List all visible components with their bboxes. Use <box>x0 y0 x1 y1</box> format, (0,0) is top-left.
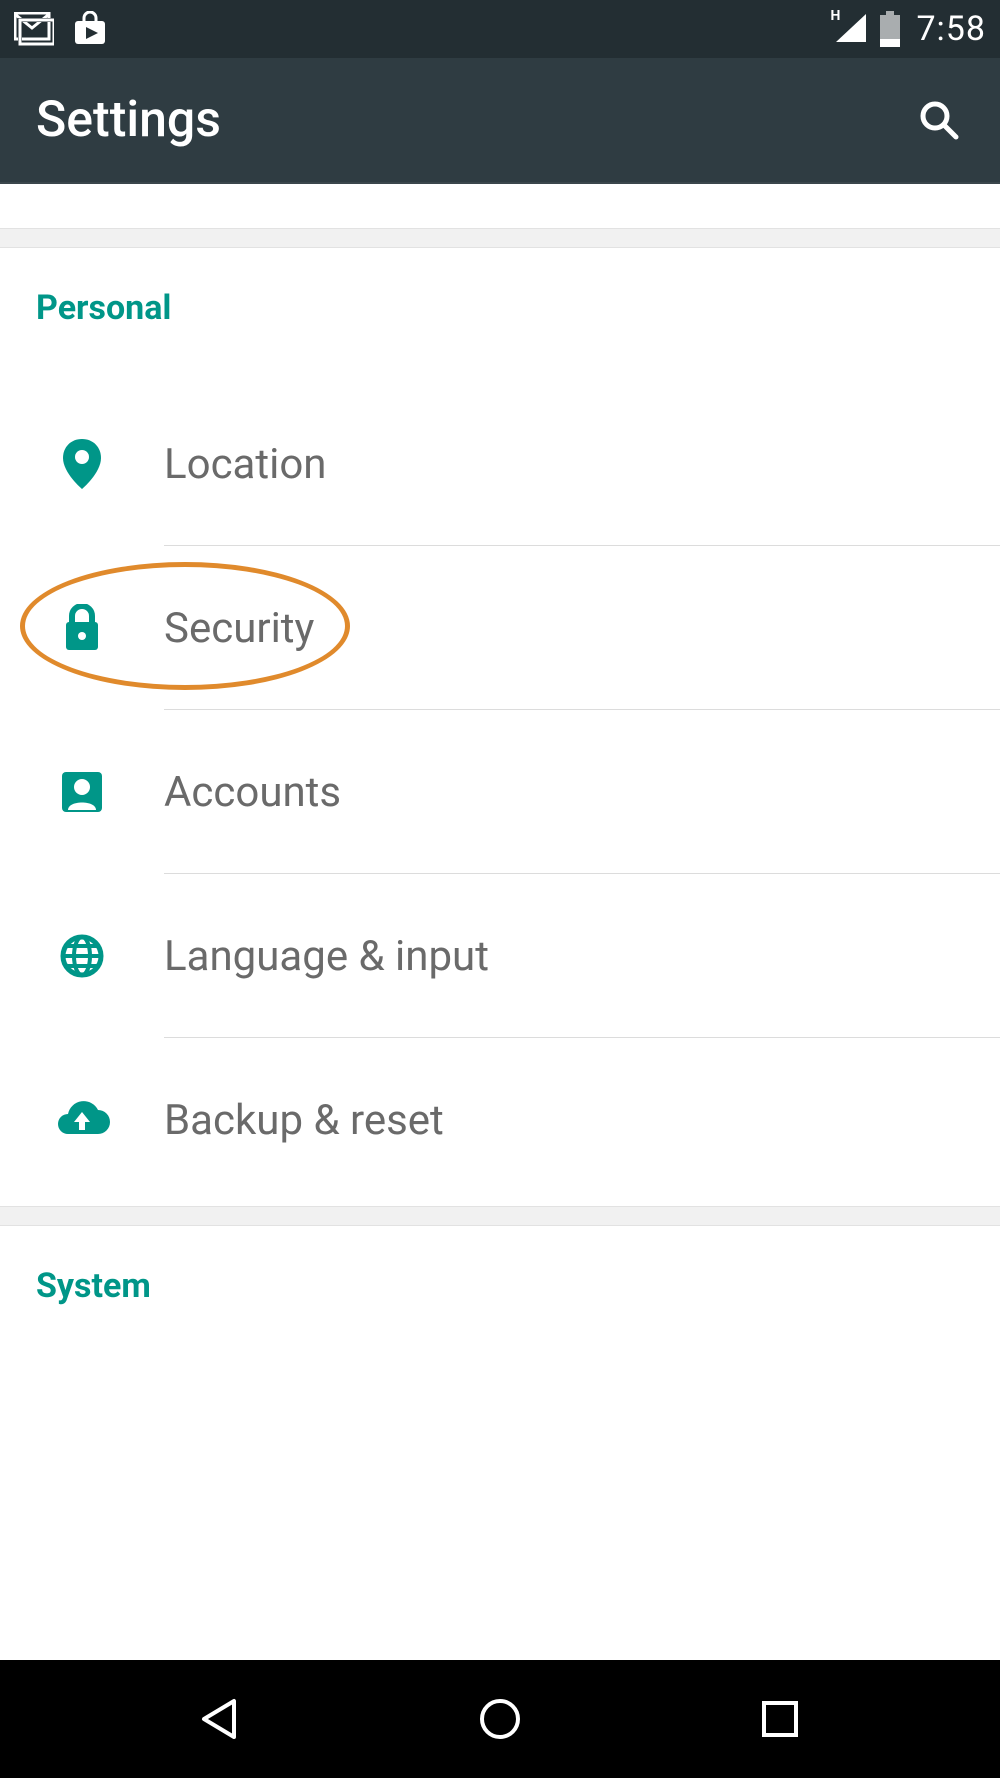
gmail-icon <box>14 12 54 46</box>
section-personal: Personal Location <box>0 248 1000 1202</box>
home-circle-icon <box>476 1695 524 1743</box>
clock-text: 7:58 <box>916 9 986 49</box>
battery-icon <box>878 11 902 47</box>
settings-item-security[interactable]: Security <box>0 546 1000 710</box>
play-store-icon <box>72 11 108 47</box>
app-bar: Settings <box>0 58 1000 184</box>
nav-home-button[interactable] <box>470 1689 530 1749</box>
nav-back-button[interactable] <box>190 1689 250 1749</box>
section-divider <box>0 1206 1000 1226</box>
section-header-personal: Personal <box>0 248 1000 352</box>
settings-item-backup-reset[interactable]: Backup & reset <box>0 1038 1000 1202</box>
nav-recent-button[interactable] <box>750 1689 810 1749</box>
account-icon <box>60 770 104 814</box>
settings-item-label: Language & input <box>164 932 489 981</box>
globe-icon <box>59 933 105 979</box>
navigation-bar <box>0 1660 1000 1778</box>
settings-item-label: Accounts <box>164 768 341 817</box>
signal-icon: H <box>832 12 870 46</box>
location-pin-icon <box>60 437 104 491</box>
network-type-label: H <box>830 8 840 24</box>
search-icon <box>916 97 962 143</box>
page-title: Settings <box>36 91 221 149</box>
lock-icon <box>62 604 102 652</box>
section-divider <box>0 228 1000 248</box>
settings-item-location[interactable]: Location <box>0 382 1000 546</box>
search-button[interactable] <box>914 95 964 145</box>
recent-square-icon <box>758 1697 802 1741</box>
settings-item-language-input[interactable]: Language & input <box>0 874 1000 1038</box>
settings-item-accounts[interactable]: Accounts <box>0 710 1000 874</box>
section-system: System <box>0 1226 1000 1330</box>
settings-item-label: Security <box>164 604 314 653</box>
back-triangle-icon <box>196 1695 244 1743</box>
status-bar: H 7:58 <box>0 0 1000 58</box>
cloud-upload-icon <box>54 1100 110 1140</box>
settings-item-label: Backup & reset <box>164 1096 444 1145</box>
settings-item-label: Location <box>164 440 327 489</box>
section-header-system: System <box>0 1226 1000 1330</box>
spacer <box>0 184 1000 228</box>
